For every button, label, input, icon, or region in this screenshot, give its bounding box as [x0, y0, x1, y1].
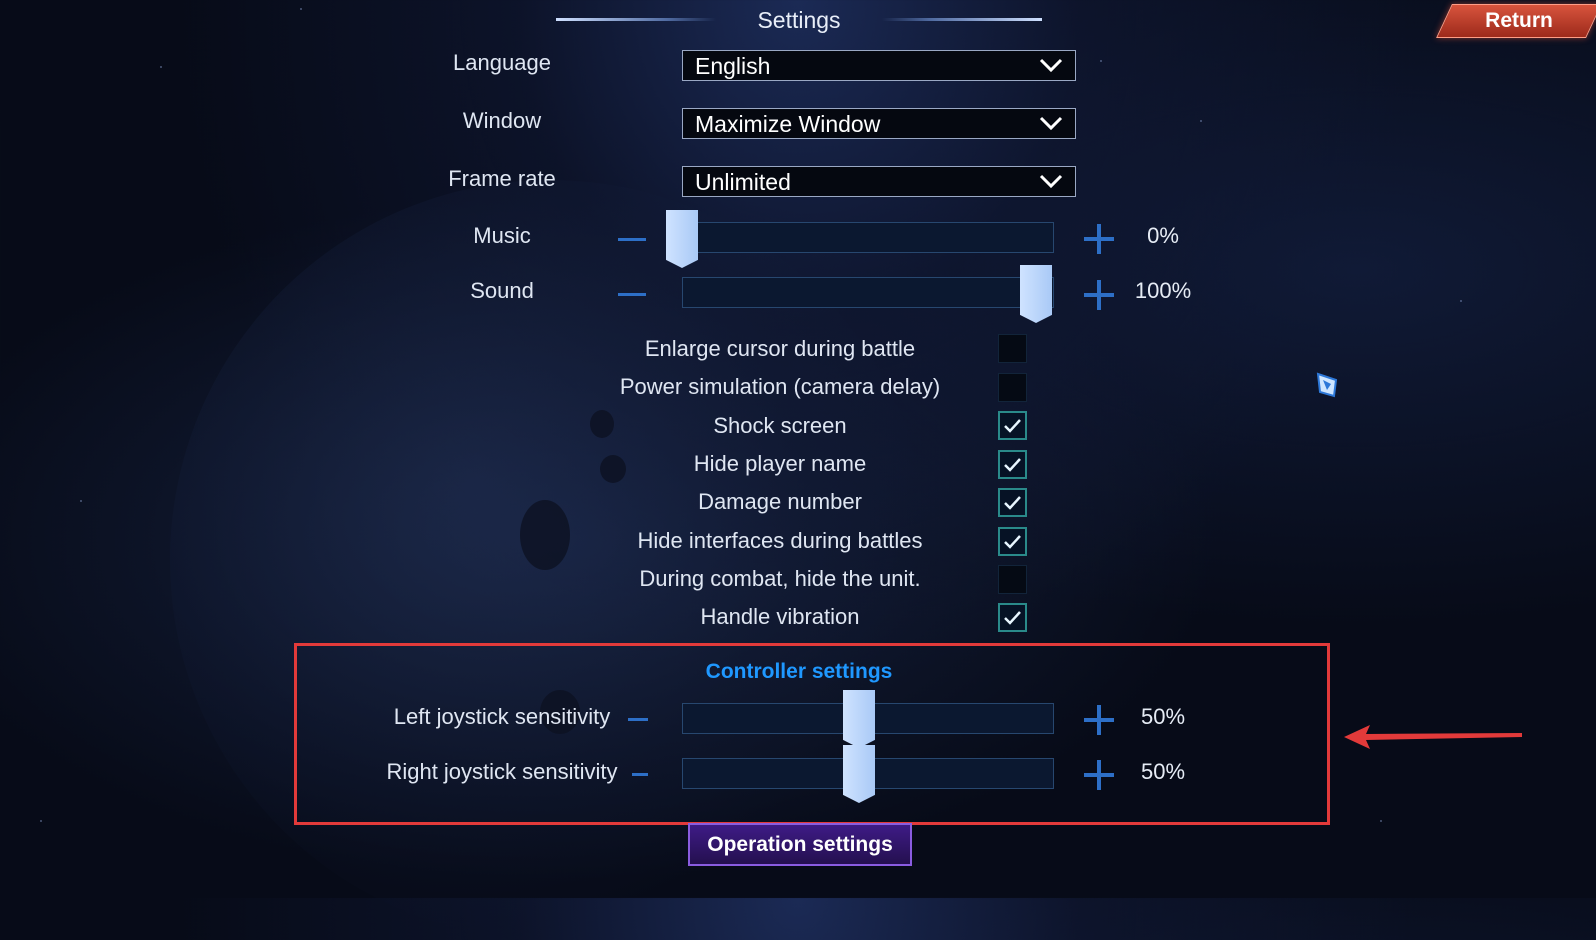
right-joystick-value: 50%	[1140, 759, 1186, 784]
chevron-down-icon	[1039, 116, 1063, 131]
frame-rate-value: Unlimited	[695, 169, 791, 195]
window-label: Window	[462, 108, 542, 133]
cursor-icon	[1316, 372, 1338, 398]
left-joystick-minus-icon[interactable]	[628, 718, 648, 721]
music-minus-icon[interactable]	[618, 238, 646, 241]
checkbox-hide-unit[interactable]	[998, 565, 1027, 594]
music-slider-track[interactable]	[682, 222, 1054, 253]
toggle-label-handle-vibration: Handle vibration	[700, 604, 860, 629]
language-label: Language	[453, 50, 551, 75]
checkbox-handle-vibration[interactable]	[998, 603, 1027, 632]
sound-minus-icon[interactable]	[618, 293, 646, 296]
toggle-label-enlarge-cursor: Enlarge cursor during battle	[644, 336, 916, 361]
checkbox-hide-interfaces[interactable]	[998, 527, 1027, 556]
chevron-down-icon	[1039, 174, 1063, 189]
right-joystick-minus-icon[interactable]	[632, 773, 648, 776]
sound-slider-thumb[interactable]	[1020, 265, 1052, 323]
checkbox-power-simulation[interactable]	[998, 373, 1027, 402]
checkbox-shock-screen[interactable]	[998, 411, 1027, 440]
check-icon	[1004, 458, 1021, 472]
right-joystick-plus-icon[interactable]	[1084, 760, 1114, 790]
red-arrow-icon	[1344, 725, 1522, 749]
sound-label: Sound	[470, 278, 534, 303]
left-joystick-label: Left joystick sensitivity	[393, 704, 611, 729]
toggle-label-hide-unit: During combat, hide the unit.	[639, 566, 921, 591]
frame-rate-dropdown[interactable]: Unlimited	[682, 166, 1076, 197]
left-joystick-value: 50%	[1140, 704, 1186, 729]
left-joystick-plus-icon[interactable]	[1084, 705, 1114, 735]
return-button-label: Return	[1485, 9, 1553, 32]
left-joystick-slider-thumb[interactable]	[843, 690, 875, 748]
music-slider-thumb[interactable]	[666, 210, 698, 268]
return-button[interactable]: Return	[1436, 4, 1596, 38]
chevron-down-icon	[1039, 58, 1063, 73]
music-label: Music	[473, 223, 531, 248]
toggle-label-hide-interfaces: Hide interfaces during battles	[637, 528, 923, 553]
music-value: 0%	[1147, 223, 1179, 248]
controller-settings-title: Controller settings	[705, 660, 893, 683]
language-value: English	[695, 53, 771, 79]
operation-settings-button[interactable]: Operation settings	[688, 823, 912, 866]
frame-rate-label: Frame rate	[448, 166, 556, 191]
toggle-label-hide-player-name: Hide player name	[693, 451, 867, 476]
sound-value: 100%	[1134, 278, 1192, 303]
toggle-label-shock-screen: Shock screen	[713, 413, 847, 438]
window-value: Maximize Window	[695, 111, 881, 137]
toggle-label-damage-number: Damage number	[698, 489, 862, 514]
operation-settings-label: Operation settings	[707, 833, 893, 856]
window-dropdown[interactable]: Maximize Window	[682, 108, 1076, 139]
sound-slider-track[interactable]	[682, 277, 1054, 308]
checkbox-enlarge-cursor[interactable]	[998, 334, 1027, 363]
settings-header: Settings	[556, 4, 1042, 34]
check-icon	[1004, 611, 1021, 625]
checkbox-hide-player-name[interactable]	[998, 450, 1027, 479]
checkbox-damage-number[interactable]	[998, 488, 1027, 517]
language-dropdown[interactable]: English	[682, 50, 1076, 81]
check-icon	[1004, 496, 1021, 510]
right-joystick-label: Right joystick sensitivity	[386, 759, 618, 784]
header-ornament-right	[882, 18, 1042, 21]
check-icon	[1004, 535, 1021, 549]
right-joystick-slider-thumb[interactable]	[843, 745, 875, 803]
toggle-label-power-simulation: Power simulation (camera delay)	[619, 374, 941, 399]
sound-plus-icon[interactable]	[1084, 280, 1114, 310]
music-plus-icon[interactable]	[1084, 224, 1114, 254]
check-icon	[1004, 419, 1021, 433]
